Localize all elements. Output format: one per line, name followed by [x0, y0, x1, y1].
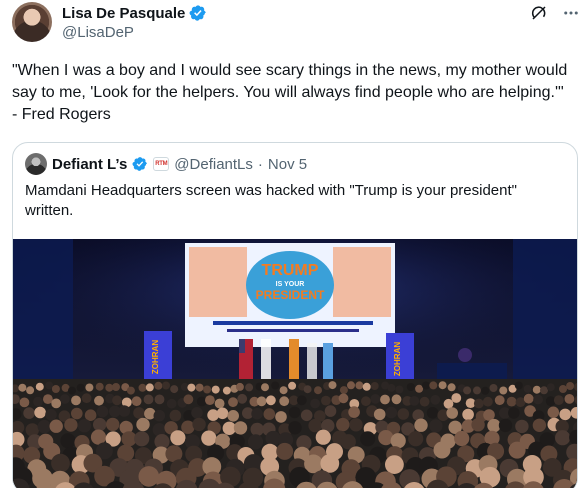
tweet-text: "When I was a boy and I would see scary … [12, 62, 572, 123]
author-avatar[interactable] [12, 2, 52, 42]
quoted-date[interactable]: Nov 5 [268, 156, 307, 173]
affiliate-badge[interactable]: RTM [153, 157, 170, 171]
screen-text-3: PRESIDENT [256, 288, 325, 302]
banner-right-text: ZOHRAN [393, 342, 402, 376]
verified-badge-icon [189, 5, 207, 21]
author-handle[interactable]: @LisaDeP [62, 24, 134, 41]
quoted-verified-badge-icon [132, 157, 148, 171]
quoted-handle[interactable]: @DefiantLs [174, 156, 253, 173]
author-display-name[interactable]: Lisa De Pasquale [62, 5, 185, 22]
quoted-separator: · [257, 155, 263, 173]
quoted-text: Mamdani Headquarters screen was hacked w… [25, 182, 517, 219]
grok-icon[interactable] [530, 4, 548, 22]
screen-text-2: IS YOUR [276, 281, 305, 288]
event-photo: TRUMP IS YOUR PRESIDENT ZOHRAN ZOHRAN [13, 239, 577, 488]
screen-text-1: TRUMP [262, 262, 319, 279]
more-options-icon[interactable] [562, 4, 580, 22]
top-actions [530, 4, 580, 22]
banner-left-text: ZOHRAN [151, 340, 160, 374]
quoted-header: Defiant L’s RTM @DefiantLs · Nov 5 [25, 153, 307, 175]
quoted-tweet[interactable]: Defiant L’s RTM @DefiantLs · Nov 5 Mamda… [12, 142, 578, 488]
quoted-media-image[interactable]: TRUMP IS YOUR PRESIDENT ZOHRAN ZOHRAN [13, 239, 577, 488]
quoted-avatar[interactable] [25, 153, 47, 175]
quoted-display-name[interactable]: Defiant L’s [52, 156, 127, 173]
author-name-row: Lisa De Pasquale [62, 4, 207, 22]
